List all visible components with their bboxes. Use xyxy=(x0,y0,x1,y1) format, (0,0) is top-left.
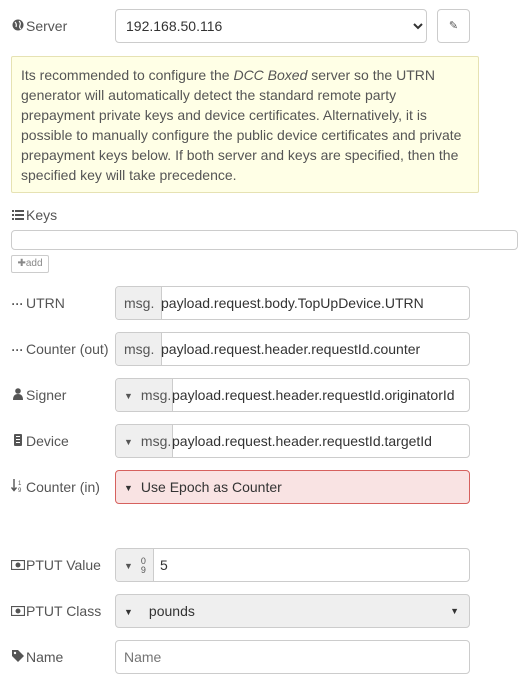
name-row: Name xyxy=(11,640,523,674)
sort-numeric-icon: 19 xyxy=(10,471,24,505)
counter-in-label: 19 Counter (in) xyxy=(10,470,100,505)
device-type-button[interactable]: ▼ msg. xyxy=(116,425,173,457)
device-input[interactable]: ▼ msg. payload.request.header.requestId.t… xyxy=(115,424,470,458)
ptut-value-type-button[interactable]: ▼ 0 9 xyxy=(116,549,154,581)
edit-server-button[interactable]: ✎ xyxy=(437,9,470,43)
utrn-label: ··· UTRN xyxy=(11,286,65,320)
ptut-class-row: PTUT Class ▼ pounds ▼ xyxy=(10,594,523,629)
utrn-type: msg. xyxy=(116,287,162,319)
utrn-row: ··· UTRN msg. payload.request.body.TopUpD… xyxy=(11,286,523,320)
chevron-down-icon: ▼ xyxy=(450,606,459,616)
money-icon xyxy=(10,549,26,583)
user-icon xyxy=(11,379,24,413)
tag-icon xyxy=(11,641,24,675)
name-input[interactable] xyxy=(115,640,470,674)
ptut-class-label: PTUT Class xyxy=(10,594,101,629)
name-label: Name xyxy=(11,640,63,674)
utrn-input[interactable]: msg. payload.request.body.TopUpDevice.UT… xyxy=(115,286,470,320)
device-icon xyxy=(11,425,24,459)
caret-down-icon: ▼ xyxy=(124,437,133,448)
caret-down-icon: ▼ xyxy=(124,483,133,494)
ptut-value-value: 5 xyxy=(160,557,168,573)
svg-text:1: 1 xyxy=(18,481,22,487)
ptut-class-select[interactable]: ▼ pounds ▼ xyxy=(115,594,470,628)
plus-icon: ✚ xyxy=(17,258,26,269)
ellipsis-icon: ··· xyxy=(11,343,24,357)
signer-row: Signer ▼ msg. payload.request.header.requ… xyxy=(11,378,523,412)
server-label: Server xyxy=(11,9,67,43)
signer-label: Signer xyxy=(11,378,66,412)
money-icon xyxy=(10,595,26,629)
counter-in-row: 19 Counter (in) ▼ Use Epoch as Counter xyxy=(10,470,523,505)
add-key-button[interactable]: ✚add xyxy=(11,255,49,273)
svg-text:9: 9 xyxy=(18,488,22,492)
counter-out-value: payload.request.header.requestId.counter xyxy=(161,341,421,357)
signer-type-button[interactable]: ▼ msg. xyxy=(116,379,173,411)
keys-label: Keys xyxy=(11,206,57,225)
device-label: Device xyxy=(11,424,69,458)
counter-out-row: ··· Counter (out) msg. payload.request.he… xyxy=(11,332,523,366)
ptut-value-label: PTUT Value xyxy=(10,548,101,583)
signer-value: payload.request.header.requestId.origina… xyxy=(172,387,455,403)
caret-down-icon: ▼ xyxy=(124,561,133,572)
caret-down-icon: ▼ xyxy=(124,607,133,618)
ellipsis-icon: ··· xyxy=(11,297,24,311)
info-note: Its recommended to configure the DCC Box… xyxy=(11,56,479,193)
server-select[interactable]: 192.168.50.116 xyxy=(115,9,427,43)
counter-out-input[interactable]: msg. payload.request.header.requestId.co… xyxy=(115,332,470,366)
pencil-icon: ✎ xyxy=(448,20,459,32)
counter-in-value: Use Epoch as Counter xyxy=(140,479,282,495)
utrn-value: payload.request.body.TopUpDevice.UTRN xyxy=(161,295,424,311)
counter-in-select[interactable]: ▼ Use Epoch as Counter xyxy=(115,470,470,504)
server-row: Server 192.168.50.116 ✎ xyxy=(11,9,523,43)
device-row: Device ▼ msg. payload.request.header.requ… xyxy=(11,424,523,458)
caret-down-icon: ▼ xyxy=(124,391,133,402)
device-value: payload.request.header.requestId.targetI… xyxy=(172,433,432,449)
list-icon xyxy=(11,207,24,225)
counter-out-label: ··· Counter (out) xyxy=(11,332,109,366)
number-type-icon: 09 xyxy=(140,556,146,576)
keys-list[interactable] xyxy=(11,230,518,250)
counter-out-type: msg. xyxy=(116,333,162,365)
ptut-class-value: pounds xyxy=(148,603,195,619)
ptut-value-row: PTUT Value ▼ 0 9 5 xyxy=(10,548,523,583)
globe-icon xyxy=(11,10,24,44)
signer-input[interactable]: ▼ msg. payload.request.header.requestId.o… xyxy=(115,378,470,412)
ptut-value-input[interactable]: ▼ 0 9 5 xyxy=(115,548,470,582)
